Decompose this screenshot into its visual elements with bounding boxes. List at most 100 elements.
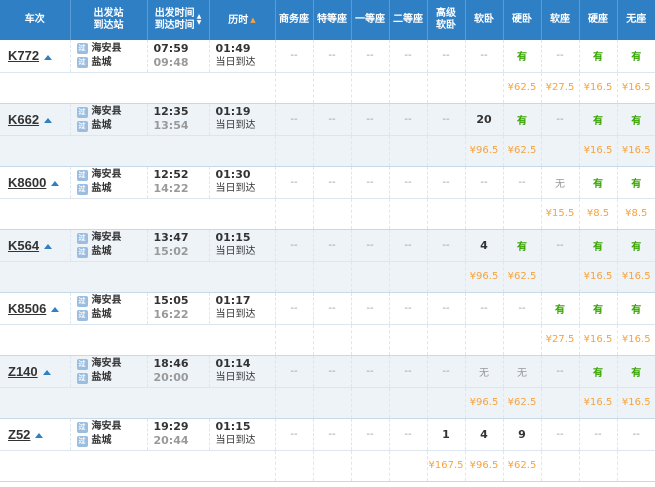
seat-price (313, 324, 352, 356)
train-row[interactable]: K8506 过海安县 过盐城 15:05 16:22 01:17 当日到达 --… (0, 292, 655, 325)
train-number-link[interactable]: K662 (8, 112, 39, 127)
seat-price: ¥8.5 (579, 198, 618, 230)
train-number-link[interactable]: K8506 (8, 301, 46, 316)
seat-availability[interactable]: 有 (503, 229, 542, 262)
arrival-time: 20:00 (153, 371, 189, 384)
seat-price: ¥16.5 (579, 135, 618, 167)
seat-availability: 无 (465, 355, 504, 388)
seat-availability[interactable]: 4 (465, 229, 504, 262)
seat-price: ¥96.5 (465, 450, 504, 482)
seat-price (427, 387, 466, 419)
seat-price (275, 450, 314, 482)
seat-price: ¥62.5 (503, 72, 542, 104)
expand-stops-icon[interactable] (44, 54, 53, 60)
train-number-link[interactable]: Z140 (8, 364, 38, 379)
seat-price: ¥16.5 (617, 72, 655, 104)
seat-availability[interactable]: 有 (579, 103, 618, 136)
seat-price (275, 135, 314, 167)
seat-price: ¥62.5 (503, 450, 542, 482)
seat-availability: -- (503, 292, 542, 325)
seat-price: ¥16.5 (617, 324, 655, 356)
expand-stops-icon[interactable] (35, 433, 44, 438)
departure-time: 07:59 (153, 41, 189, 55)
seat-availability: -- (313, 40, 352, 73)
expand-stops-icon[interactable] (44, 118, 53, 123)
price-row-spacer (0, 450, 276, 482)
seat-availability[interactable]: 9 (503, 418, 542, 451)
duration-cell: 01:15 当日到达 (209, 418, 276, 451)
train-row[interactable]: K8600 过海安县 过盐城 12:52 14:22 01:30 当日到达 --… (0, 166, 655, 199)
seat-availability[interactable]: 有 (503, 103, 542, 136)
arrival-day: 当日到达 (215, 246, 256, 257)
sort-toggle-icon[interactable]: ▲ ▼ (197, 14, 202, 26)
price-row-spacer (0, 261, 276, 293)
seat-availability: -- (427, 355, 466, 388)
header-duration-sort[interactable]: 历时 ▲ (209, 0, 276, 40)
seat-price (465, 72, 504, 104)
seat-availability[interactable]: 4 (465, 418, 504, 451)
arrival-day: 当日到达 (215, 435, 256, 446)
train-row[interactable]: Z52 过海安县 过盐城 19:29 20:44 01:15 当日到达 -- --… (0, 418, 655, 451)
seat-availability[interactable]: 1 (427, 418, 466, 451)
duration: 01:15 (215, 231, 251, 244)
train-row[interactable]: K662 过海安县 过盐城 12:35 13:54 01:19 当日到达 -- -… (0, 103, 655, 136)
header-times-sort[interactable]: 出发时间 到达时间 ▲ ▼ (147, 0, 210, 40)
stations-cell: 过海安县 过盐城 (70, 229, 148, 262)
train-number-link[interactable]: K772 (8, 48, 39, 63)
expand-stops-icon[interactable] (44, 244, 53, 249)
seat-price: ¥16.5 (579, 72, 618, 104)
seat-availability[interactable]: 有 (579, 292, 618, 325)
arrival-time: 09:48 (153, 55, 189, 69)
seat-availability[interactable]: 有 (617, 229, 655, 262)
pass-through-icon: 过 (76, 421, 88, 433)
seat-price (465, 324, 504, 356)
seat-price: ¥8.5 (617, 198, 655, 230)
seat-availability[interactable]: 有 (503, 40, 542, 73)
train-number-link[interactable]: K8600 (8, 175, 46, 190)
header-seat-standing: 无座 (617, 0, 655, 40)
seat-availability[interactable]: 20 (465, 103, 504, 136)
header-seat-first: 一等座 (351, 0, 390, 40)
sort-ascending-icon[interactable]: ▲ (250, 16, 255, 24)
to-station: 盐城 (91, 120, 112, 131)
pass-through-icon: 过 (76, 106, 88, 118)
expand-stops-icon[interactable] (51, 307, 60, 312)
train-row[interactable]: K564 过海安县 过盐城 13:47 15:02 01:15 当日到达 -- -… (0, 229, 655, 262)
from-station: 海安县 (91, 358, 122, 369)
train-row[interactable]: Z140 过海安县 过盐城 18:46 20:00 01:14 当日到达 -- -… (0, 355, 655, 388)
seat-availability[interactable]: 有 (617, 40, 655, 73)
expand-stops-icon[interactable] (42, 370, 51, 375)
seat-availability[interactable]: 有 (617, 355, 655, 388)
seat-price: ¥16.5 (579, 324, 618, 356)
duration-cell: 01:15 当日到达 (209, 229, 276, 262)
header-arr-time: 到达时间 (154, 20, 195, 31)
seat-availability[interactable]: 有 (617, 166, 655, 199)
seat-price (541, 135, 580, 167)
seat-availability: -- (389, 292, 428, 325)
seat-availability[interactable]: 有 (579, 166, 618, 199)
seat-price (503, 324, 542, 356)
seat-availability[interactable]: 有 (579, 40, 618, 73)
seat-price (541, 387, 580, 419)
price-row: ¥167.5 ¥96.5 ¥62.5 (0, 450, 655, 482)
expand-stops-icon[interactable] (51, 181, 60, 186)
seat-availability: -- (351, 355, 390, 388)
seat-availability: -- (275, 418, 314, 451)
train-number-link[interactable]: K564 (8, 238, 39, 253)
seat-availability[interactable]: 有 (579, 355, 618, 388)
seat-price (275, 261, 314, 293)
pass-through-icon: 过 (76, 57, 88, 69)
stations-cell: 过海安县 过盐城 (70, 166, 148, 199)
seat-price: ¥27.5 (541, 72, 580, 104)
train-row[interactable]: K772 过海安县 过盐城 07:59 09:48 01:49 当日到达 -- -… (0, 40, 655, 73)
seat-availability[interactable]: 有 (579, 229, 618, 262)
seat-availability[interactable]: 有 (617, 103, 655, 136)
train-number-link[interactable]: Z52 (8, 427, 30, 442)
seat-availability[interactable]: 有 (617, 292, 655, 325)
seat-price (427, 261, 466, 293)
seat-price (389, 72, 428, 104)
seat-availability: -- (541, 229, 580, 262)
seat-availability[interactable]: 有 (541, 292, 580, 325)
seat-availability: -- (275, 40, 314, 73)
to-station: 盐城 (91, 372, 112, 383)
